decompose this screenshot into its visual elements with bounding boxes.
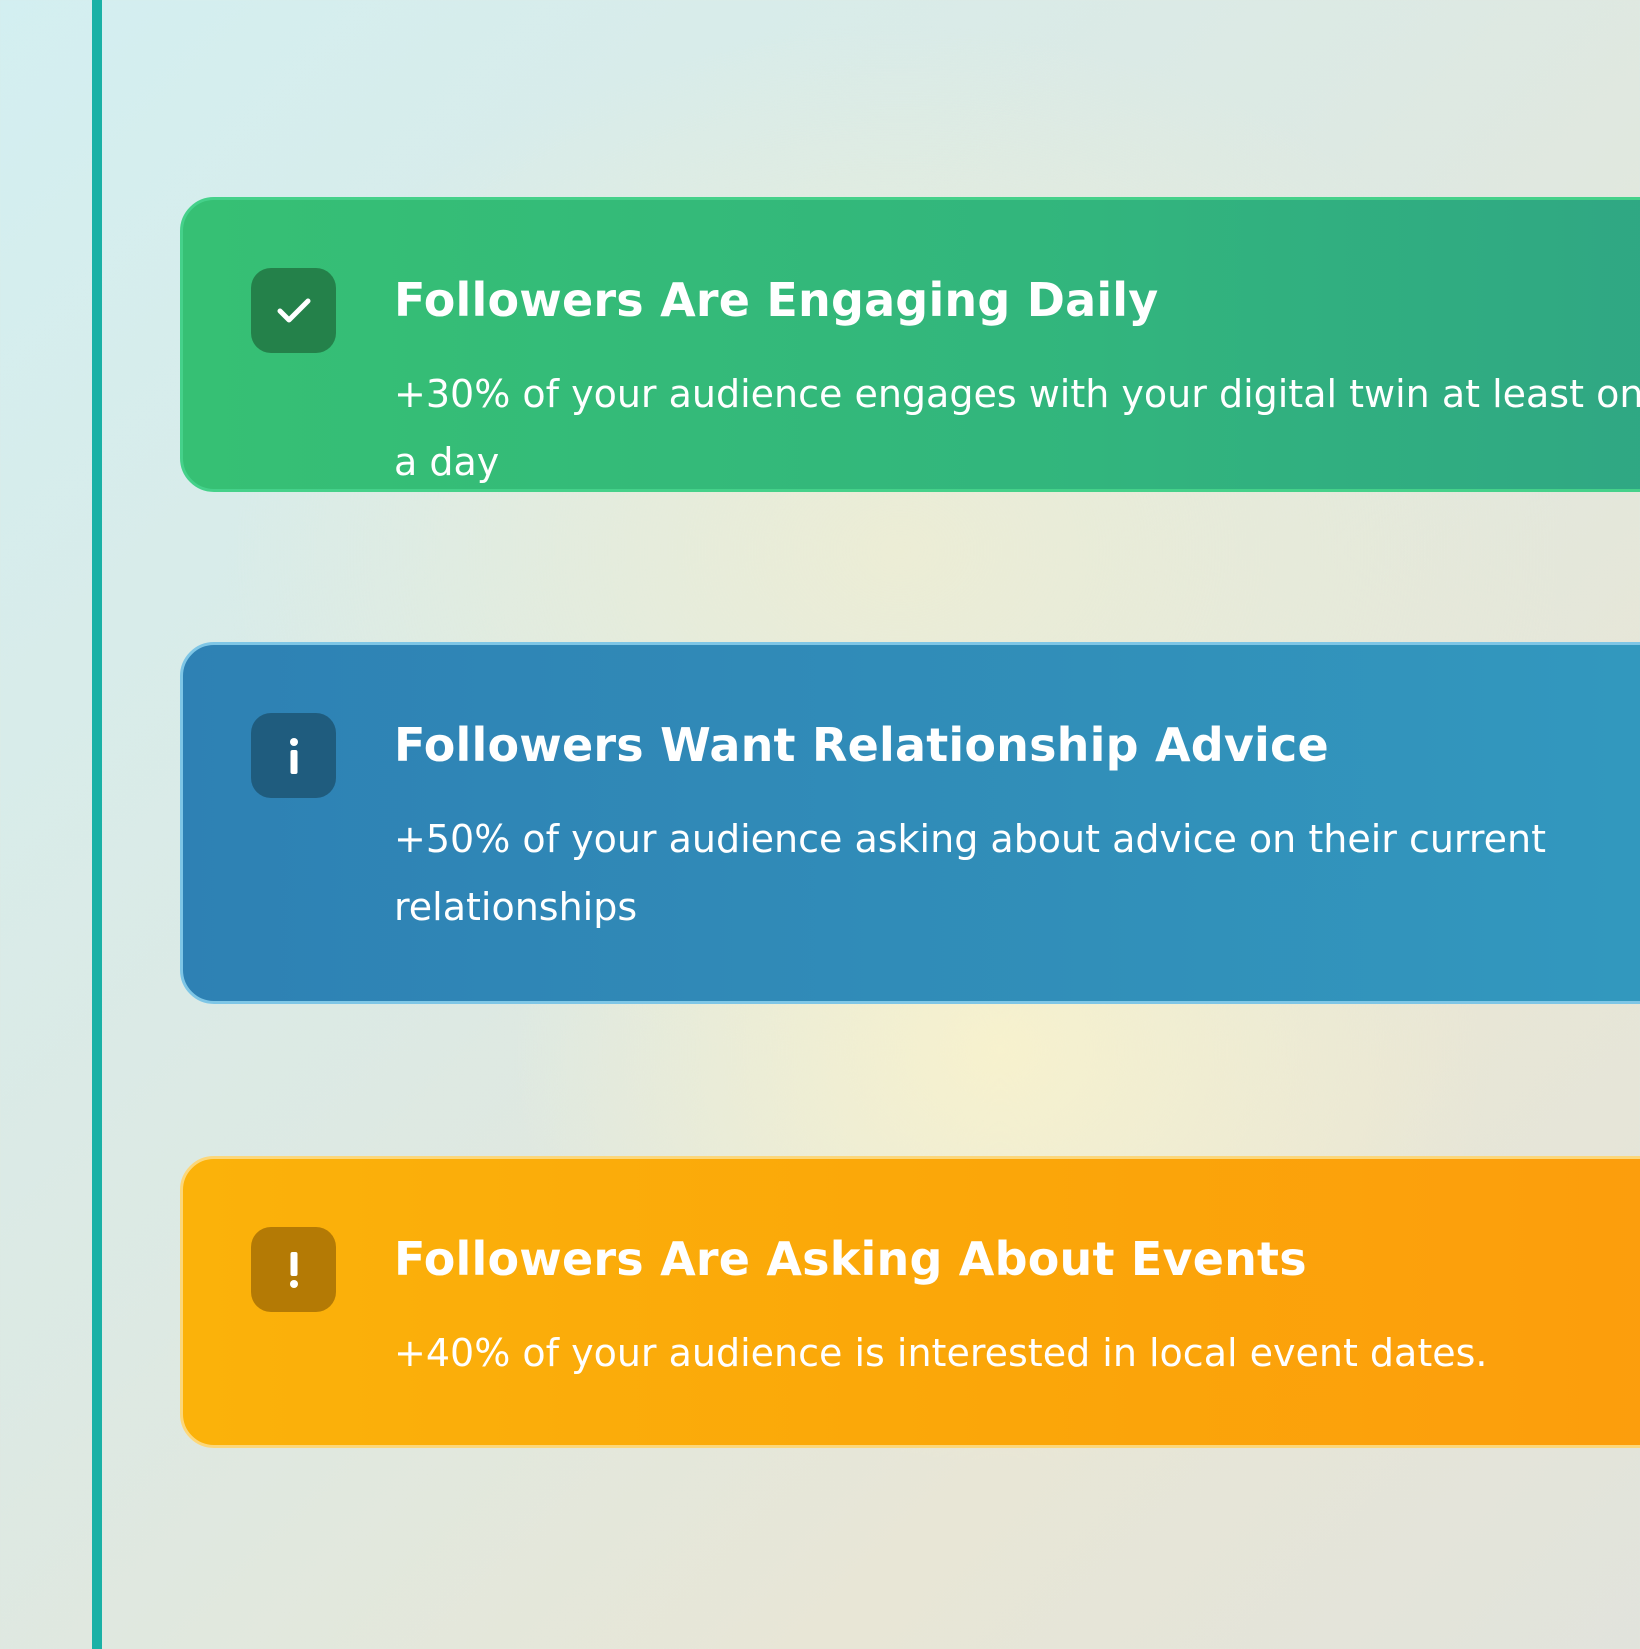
check-icon — [251, 268, 336, 353]
insight-card-asking-events[interactable]: Followers Are Asking About Events +40% o… — [180, 1156, 1640, 1448]
info-icon — [251, 713, 336, 798]
card-title: Followers Are Engaging Daily — [394, 273, 1159, 327]
card-title: Followers Are Asking About Events — [394, 1232, 1307, 1286]
timeline-line — [92, 0, 102, 1649]
card-description: +50% of your audience asking about advic… — [394, 817, 1547, 929]
insight-card-engaging-daily[interactable]: Followers Are Engaging Daily +30% of you… — [180, 197, 1640, 492]
exclamation-icon — [251, 1227, 336, 1312]
card-title: Followers Want Relationship Advice — [394, 718, 1329, 772]
card-description: +30% of your audience engages with your … — [394, 372, 1640, 484]
insight-card-relationship-advice[interactable]: Followers Want Relationship Advice +50% … — [180, 642, 1640, 1004]
card-description: +40% of your audience is interested in l… — [394, 1331, 1488, 1375]
